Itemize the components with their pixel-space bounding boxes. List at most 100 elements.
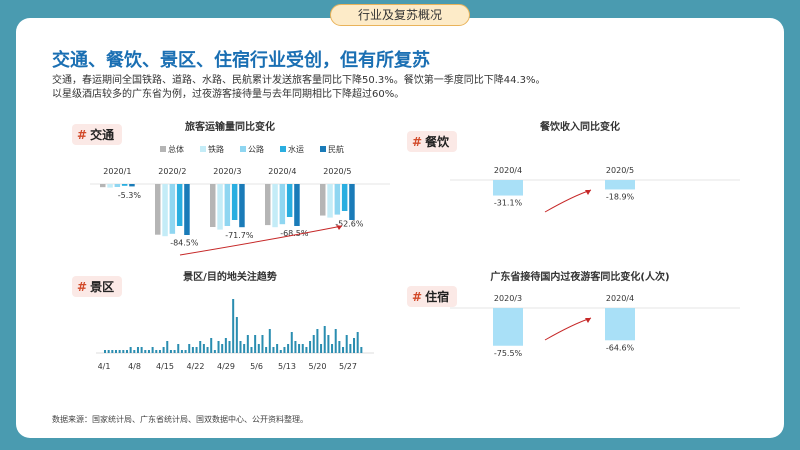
chart-transport: 总体 铁路 公路 水运 民航 2020/1 -5.3% 2020/2 -84.5% 2020/3 -… xyxy=(90,144,390,256)
legend-swatch xyxy=(200,146,206,152)
bar xyxy=(276,344,279,353)
bar xyxy=(356,332,359,353)
tick-label: 2020/5 xyxy=(606,166,634,175)
tick-label: 5/13 xyxy=(278,362,296,371)
bar xyxy=(217,184,223,230)
bar xyxy=(265,347,268,353)
chart-scenic: 4/1 4/8 4/15 4/22 4/29 5/6 5/13 5/20 5/27 xyxy=(96,299,374,371)
legend-swatch xyxy=(160,146,166,152)
bar xyxy=(298,344,301,353)
trend-arrow-line xyxy=(544,189,592,213)
legend-label: 铁路 xyxy=(208,144,224,154)
bar xyxy=(294,184,300,226)
bar xyxy=(334,184,341,215)
chart-dining: 2020/4 -31.1% 2020/5 -18.9% xyxy=(450,166,740,213)
chart-title-lodging: 广东省接待国内过夜游客同比变化(人次) xyxy=(490,272,670,283)
bar xyxy=(199,341,202,353)
bar xyxy=(254,335,257,353)
bar xyxy=(239,341,242,353)
tick-label: 4/22 xyxy=(187,362,205,371)
bar xyxy=(158,350,161,353)
hash-icon: # xyxy=(77,280,88,294)
tick-label: 4/15 xyxy=(156,362,174,371)
tick-label: 4/1 xyxy=(98,362,111,371)
bar xyxy=(331,344,334,353)
data-label: -64.6% xyxy=(606,343,635,352)
bar xyxy=(202,344,205,353)
hash-icon: # xyxy=(412,135,423,149)
bar xyxy=(107,184,113,188)
tick-label: 2020/1 xyxy=(103,167,131,176)
bar xyxy=(151,347,154,353)
tick-label: 2020/5 xyxy=(323,167,351,176)
tick-label: 5/6 xyxy=(250,362,263,371)
legend-swatch xyxy=(280,146,286,152)
data-label: -71.7% xyxy=(225,231,254,240)
bar xyxy=(232,299,235,353)
bar xyxy=(231,184,238,220)
bar xyxy=(261,335,264,353)
legend-label: 水运 xyxy=(288,144,304,154)
hash-icon: # xyxy=(77,128,88,142)
bar xyxy=(104,350,107,353)
bar xyxy=(360,347,363,353)
bar xyxy=(129,184,135,187)
bar xyxy=(180,350,183,353)
bar xyxy=(605,308,635,341)
bar xyxy=(191,347,194,353)
bar xyxy=(265,184,271,226)
bar xyxy=(144,350,147,353)
bar xyxy=(334,329,337,353)
section-dining: # 餐饮 xyxy=(407,131,458,152)
bar xyxy=(312,335,315,353)
legend-label: 总体 xyxy=(168,144,184,154)
bar xyxy=(283,347,286,353)
bar xyxy=(287,344,290,353)
bar xyxy=(188,344,191,353)
bar xyxy=(493,180,523,196)
tick-label: 2020/3 xyxy=(494,294,522,303)
tick-label: 5/27 xyxy=(339,362,357,371)
tick-label: 2020/2 xyxy=(158,167,186,176)
bar xyxy=(305,347,308,353)
page-title: 交通、餐饮、景区、住宿行业受创，但有所复苏 xyxy=(52,50,430,71)
bar xyxy=(169,350,172,353)
section-dining-label: 餐饮 xyxy=(425,135,450,149)
bar xyxy=(169,184,176,234)
bar xyxy=(327,184,333,218)
bar xyxy=(133,350,136,353)
legend-label: 公路 xyxy=(248,144,264,154)
bar xyxy=(136,347,139,353)
bar xyxy=(327,335,330,353)
chart-title-scenic: 景区/目的地关注趋势 xyxy=(183,272,277,283)
data-label: -18.9% xyxy=(606,192,635,201)
bar xyxy=(338,341,341,353)
bar xyxy=(239,184,245,228)
bar xyxy=(272,184,278,228)
bar xyxy=(224,184,231,226)
bar xyxy=(111,350,114,353)
bar xyxy=(155,184,161,235)
bar xyxy=(177,344,180,353)
description-line-2: 以星级酒店较多的广东省为例，过夜游客接待量与去年同期相比下降超过60%。 xyxy=(52,89,405,100)
tick-label: 2020/4 xyxy=(494,166,522,175)
bar xyxy=(118,350,121,353)
bar xyxy=(228,341,231,353)
bar xyxy=(121,184,128,186)
bar xyxy=(147,350,150,353)
bar xyxy=(114,184,121,187)
bar xyxy=(246,335,249,353)
bar xyxy=(210,338,213,353)
bar xyxy=(155,350,158,353)
bar xyxy=(294,341,297,353)
bar xyxy=(210,184,216,228)
bar xyxy=(309,341,312,353)
bar xyxy=(320,184,326,216)
data-label: -5.3% xyxy=(118,191,142,200)
tick-label: 2020/4 xyxy=(606,294,634,303)
bar xyxy=(353,338,356,353)
page-description: 交通，春运期间全国铁路、道路、水路、民航累计发送旅客量同比下降50.3%。餐饮第… xyxy=(52,74,692,102)
chart-title-dining: 餐饮收入同比变化 xyxy=(540,122,620,133)
legend-label: 民航 xyxy=(328,144,344,154)
data-label: -75.5% xyxy=(494,349,523,358)
